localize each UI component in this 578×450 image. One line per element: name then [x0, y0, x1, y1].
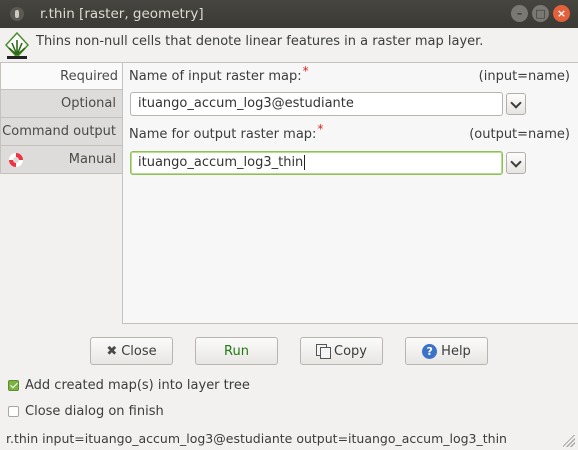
add-to-layer-tree-checkbox[interactable]: [8, 380, 19, 391]
text-cursor: [304, 155, 306, 170]
window-controls: – □ ×: [511, 5, 570, 22]
close-on-finish-label: Close dialog on finish: [25, 404, 164, 419]
window-title: r.thin [raster, geometry]: [40, 6, 204, 22]
input-map-dropdown-icon[interactable]: [506, 93, 526, 115]
close-on-finish-checkbox[interactable]: [8, 406, 19, 417]
tab-optional[interactable]: Optional: [0, 90, 123, 118]
input-map-label-text: Name of input raster map:: [129, 69, 302, 84]
output-map-dropdown-icon[interactable]: [506, 152, 526, 174]
command-preview: r.thin input=ituango_accum_log3@estudian…: [6, 431, 507, 446]
tab-label: Manual: [68, 152, 116, 167]
tab-label: Optional: [61, 96, 116, 111]
grass-logo-icon: [4, 31, 30, 59]
input-map-field[interactable]: ituango_accum_log3@estudiante: [130, 92, 503, 116]
required-panel: Name of input raster map:* (input=name) …: [122, 62, 578, 324]
lifebuoy-icon: [9, 153, 23, 167]
run-button[interactable]: Run: [195, 337, 278, 365]
required-asterisk: *: [317, 122, 324, 136]
run-button-label: Run: [224, 343, 249, 359]
notebook-tabs: Required Optional Command output Manual: [0, 62, 124, 174]
copy-icon: [316, 344, 331, 359]
tab-command-output[interactable]: Command output: [0, 118, 123, 146]
tab-required[interactable]: Required: [0, 62, 124, 90]
output-map-value: ituango_accum_log3_thin: [138, 155, 304, 170]
copy-button[interactable]: Copy: [300, 337, 383, 365]
window-menu-icon[interactable]: [10, 7, 24, 21]
add-to-layer-tree-option[interactable]: Add created map(s) into layer tree: [8, 378, 250, 393]
output-param-hint: (output=name): [469, 127, 570, 142]
resize-grip-icon[interactable]: [563, 435, 575, 447]
module-description: Thins non-null cells that denote linear …: [0, 28, 578, 59]
tab-label: Command output: [2, 124, 116, 139]
help-icon: ?: [422, 343, 438, 359]
help-button[interactable]: ? Help: [405, 337, 488, 365]
input-map-label: Name of input raster map:*: [129, 64, 309, 84]
description-text: Thins non-null cells that denote linear …: [36, 34, 484, 49]
close-button[interactable]: ✖ Close: [90, 337, 173, 365]
required-asterisk: *: [302, 64, 309, 78]
tab-manual[interactable]: Manual: [0, 146, 123, 174]
output-map-label-text: Name for output raster map:: [129, 127, 317, 142]
title-bar: r.thin [raster, geometry] – □ ×: [0, 0, 578, 28]
output-map-field[interactable]: ituango_accum_log3_thin: [130, 151, 503, 175]
close-button-label: Close: [121, 343, 157, 359]
output-map-label: Name for output raster map:*: [129, 122, 323, 142]
input-param-hint: (input=name): [478, 69, 570, 84]
tab-label: Required: [60, 69, 118, 84]
input-map-value: ituango_accum_log3@estudiante: [138, 96, 354, 111]
help-button-label: Help: [441, 343, 471, 359]
close-icon: ✖: [106, 343, 118, 359]
close-on-finish-option[interactable]: Close dialog on finish: [8, 404, 164, 419]
maximize-icon[interactable]: □: [532, 5, 549, 22]
add-to-layer-tree-label: Add created map(s) into layer tree: [25, 378, 250, 393]
minimize-icon[interactable]: –: [511, 5, 528, 22]
close-window-icon[interactable]: ×: [553, 5, 570, 22]
copy-button-label: Copy: [334, 343, 367, 359]
